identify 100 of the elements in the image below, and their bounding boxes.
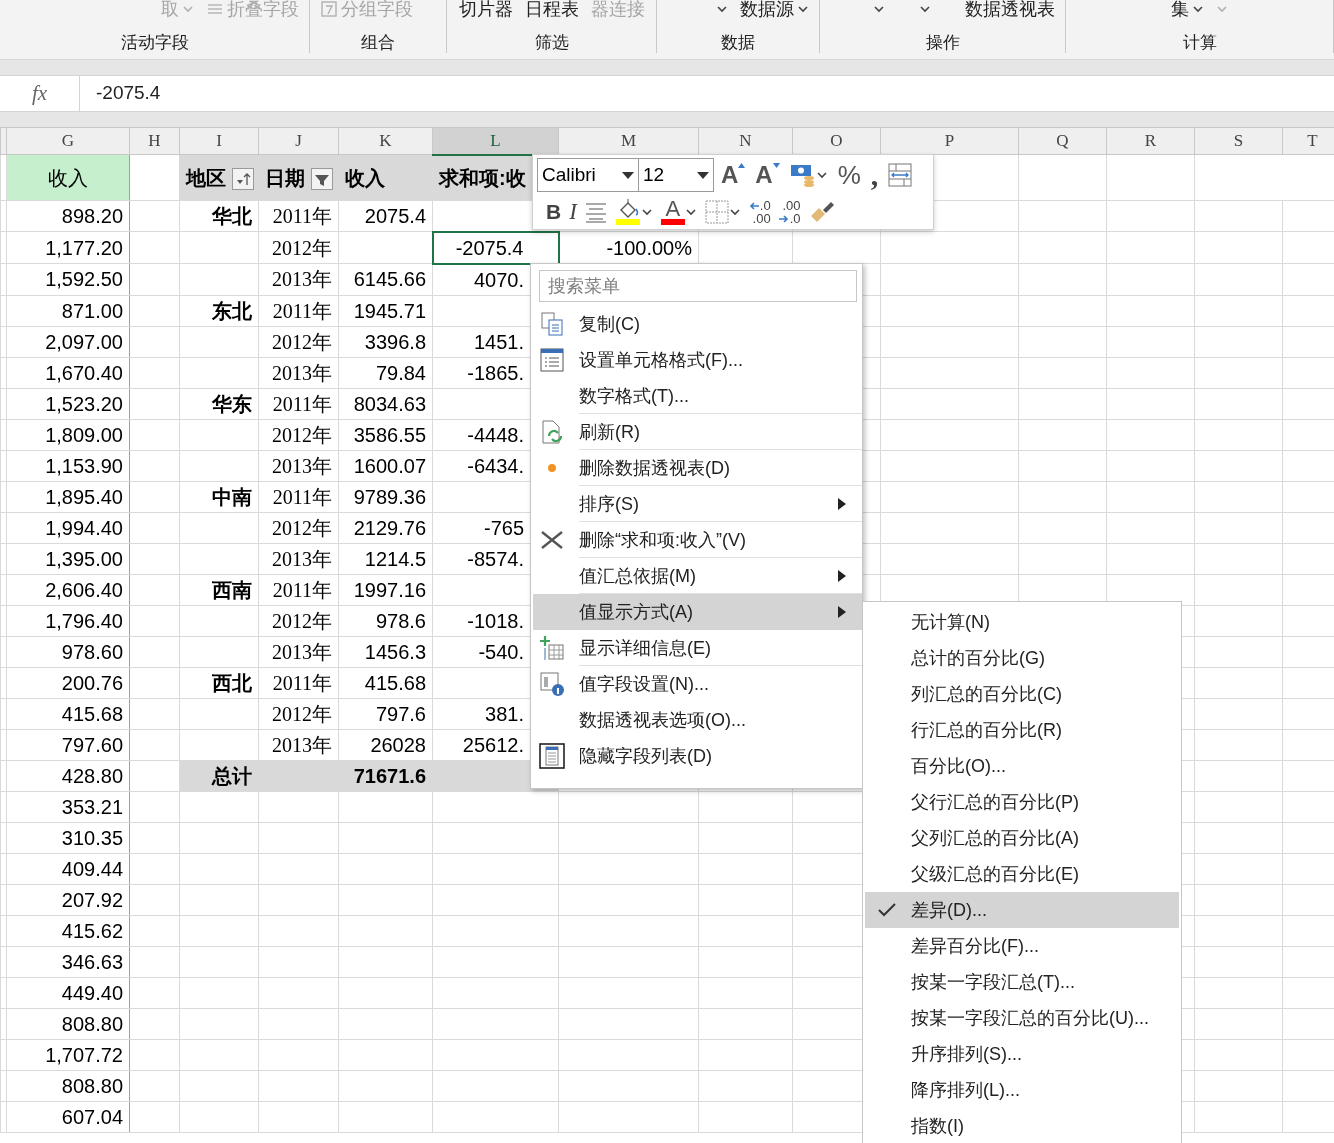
table-cell: 1,796.40 bbox=[45, 609, 123, 632]
table-cell: 9789.36 bbox=[353, 485, 426, 508]
percent-button[interactable]: % bbox=[834, 159, 864, 191]
table-cell: 2011年 bbox=[272, 205, 332, 227]
menu-item[interactable]: 列汇总的百分比(C) bbox=[865, 676, 1179, 712]
menu-item[interactable]: 行汇总的百分比(R) bbox=[865, 712, 1179, 748]
table-cell: 1,707.72 bbox=[45, 1043, 123, 1066]
table-cell: 353.21 bbox=[61, 795, 123, 818]
table-cell: 2129.76 bbox=[353, 516, 426, 539]
function-label[interactable]: fx bbox=[31, 77, 48, 110]
table-cell: 79.84 bbox=[375, 361, 426, 384]
table-cell: 415.62 bbox=[61, 919, 123, 942]
column-header[interactable]: K bbox=[338, 127, 433, 155]
decrease-decimal-button[interactable]: .00 .0 bbox=[775, 196, 804, 228]
table-cell: 1456.3 bbox=[364, 640, 426, 663]
size-select[interactable]: 12 bbox=[638, 158, 714, 192]
ribbon-button[interactable]: 切片器 bbox=[456, 0, 515, 24]
column-header[interactable]: I bbox=[179, 127, 259, 155]
menu-item[interactable]: 无计算(N) bbox=[865, 604, 1179, 640]
menu-item[interactable]: 差异(D)... bbox=[865, 892, 1179, 928]
table-cell: 华北 bbox=[212, 205, 252, 227]
group-label: 数据 bbox=[720, 32, 756, 54]
table-cell: 2013年 bbox=[272, 361, 332, 384]
table-cell: 4070. bbox=[473, 268, 524, 291]
table-cell: 1945.71 bbox=[353, 299, 426, 322]
grow-font-button[interactable]: A bbox=[718, 159, 749, 191]
group-label: 活动字段 bbox=[119, 32, 190, 54]
column-header[interactable]: T bbox=[1282, 127, 1334, 155]
table-cell: 2012年 bbox=[272, 702, 332, 725]
comma-button[interactable]: , bbox=[867, 159, 882, 191]
table-cell: 346.63 bbox=[61, 950, 123, 973]
table-cell: 381. bbox=[485, 702, 524, 725]
group-label: 操作 bbox=[924, 32, 961, 54]
table-cell: -100.00% bbox=[606, 236, 692, 259]
table-cell: 2012年 bbox=[272, 423, 332, 446]
shrink-font-button[interactable]: A bbox=[752, 159, 783, 191]
menu-item[interactable]: 父列汇总的百分比(A) bbox=[865, 820, 1179, 856]
column-header[interactable]: O bbox=[792, 127, 881, 155]
table-cell: 2,097.00 bbox=[45, 330, 123, 353]
table-cell: 2011年 bbox=[272, 485, 332, 508]
menu-item[interactable]: 降序排列(L)... bbox=[865, 1072, 1179, 1108]
bold-button[interactable]: B bbox=[543, 196, 565, 228]
table-cell: 2011年 bbox=[272, 299, 332, 322]
table-cell: 2013年 bbox=[272, 547, 332, 570]
menu-item[interactable]: 隐藏字段列表(D) bbox=[533, 738, 862, 774]
table-cell: 东北 bbox=[212, 299, 252, 322]
menu-item[interactable]: 值字段设置(N)... bbox=[533, 666, 862, 702]
table-cell: 2,606.40 bbox=[45, 578, 123, 601]
table-cell: 71671.6 bbox=[353, 764, 426, 787]
menu-item[interactable]: 指数(I) bbox=[865, 1108, 1179, 1143]
ribbon-button[interactable]: 数据透视表 bbox=[963, 0, 1057, 24]
font-select[interactable]: Calibri bbox=[537, 158, 639, 192]
menu-item[interactable]: 值显示方式(A) bbox=[533, 594, 862, 630]
table-cell: 1600.07 bbox=[353, 454, 426, 477]
column-header[interactable]: J bbox=[258, 127, 339, 155]
table-cell: 1,523.20 bbox=[45, 392, 123, 415]
column-header[interactable]: H bbox=[129, 127, 180, 155]
table-cell: 207.92 bbox=[61, 888, 123, 911]
table-cell: 3396.8 bbox=[364, 330, 426, 353]
table-cell: 2013年 bbox=[272, 454, 332, 477]
menu-item[interactable]: 按某一字段汇总(T)... bbox=[865, 964, 1179, 1000]
column-header[interactable]: S bbox=[1194, 127, 1283, 155]
table-cell: -6434. bbox=[467, 454, 524, 477]
font-color-button[interactable]: A bbox=[657, 196, 700, 228]
column-header[interactable]: L bbox=[432, 127, 559, 155]
menu-item[interactable]: 父级汇总的百分比(E) bbox=[865, 856, 1179, 892]
table-cell: 2075.4 bbox=[364, 205, 426, 227]
table-cell: -2075.4 bbox=[455, 236, 524, 259]
table-cell: 409.44 bbox=[61, 857, 123, 880]
ribbon-button[interactable]: 日程表 bbox=[522, 0, 581, 24]
ribbon-button[interactable]: 数据源 bbox=[738, 0, 811, 24]
menu-item[interactable]: 父行汇总的百分比(P) bbox=[865, 784, 1179, 820]
table-cell: -4448. bbox=[467, 423, 524, 446]
column-header[interactable]: P bbox=[880, 127, 1019, 155]
menu-item[interactable]: 升序排列(S)... bbox=[865, 1036, 1179, 1072]
menu-item[interactable]: 按某一字段汇总的百分比(U)... bbox=[865, 1000, 1179, 1036]
menu-item[interactable]: 总计的百分比(G) bbox=[865, 640, 1179, 676]
italic-button[interactable]: I bbox=[566, 196, 580, 228]
table-cell: 中南 bbox=[212, 485, 252, 508]
ribbon-button[interactable]: 集 bbox=[1169, 0, 1206, 24]
column-header[interactable]: M bbox=[558, 127, 699, 155]
table-cell: 1,670.40 bbox=[45, 361, 123, 384]
menu-item[interactable]: 百分比(O)... bbox=[865, 748, 1179, 784]
column-header[interactable]: G bbox=[6, 127, 130, 155]
table-cell: 2011年 bbox=[272, 671, 332, 694]
menu-item[interactable]: 差异百分比(F)... bbox=[865, 928, 1179, 964]
menu-item[interactable]: 设置单元格格式(F)... bbox=[533, 342, 862, 378]
column-heading: 收入 bbox=[6, 154, 130, 201]
table-cell: 310.35 bbox=[61, 826, 123, 849]
menu-item[interactable]: 数据透视表选项(O)... bbox=[533, 702, 862, 738]
table-cell: 415.68 bbox=[364, 671, 426, 694]
table-cell: 25612. bbox=[462, 733, 524, 756]
column-header[interactable]: Q bbox=[1018, 127, 1107, 155]
column-header[interactable]: R bbox=[1106, 127, 1195, 155]
increase-decimal-button[interactable]: .0 .00 bbox=[745, 196, 774, 228]
table-cell: 2012年 bbox=[272, 236, 332, 259]
column-header[interactable]: N bbox=[698, 127, 793, 155]
search-field[interactable]: 搜索菜单 bbox=[539, 270, 857, 302]
table-cell: 1214.5 bbox=[364, 547, 426, 570]
menu-item[interactable]: 复制(C) bbox=[533, 306, 862, 342]
